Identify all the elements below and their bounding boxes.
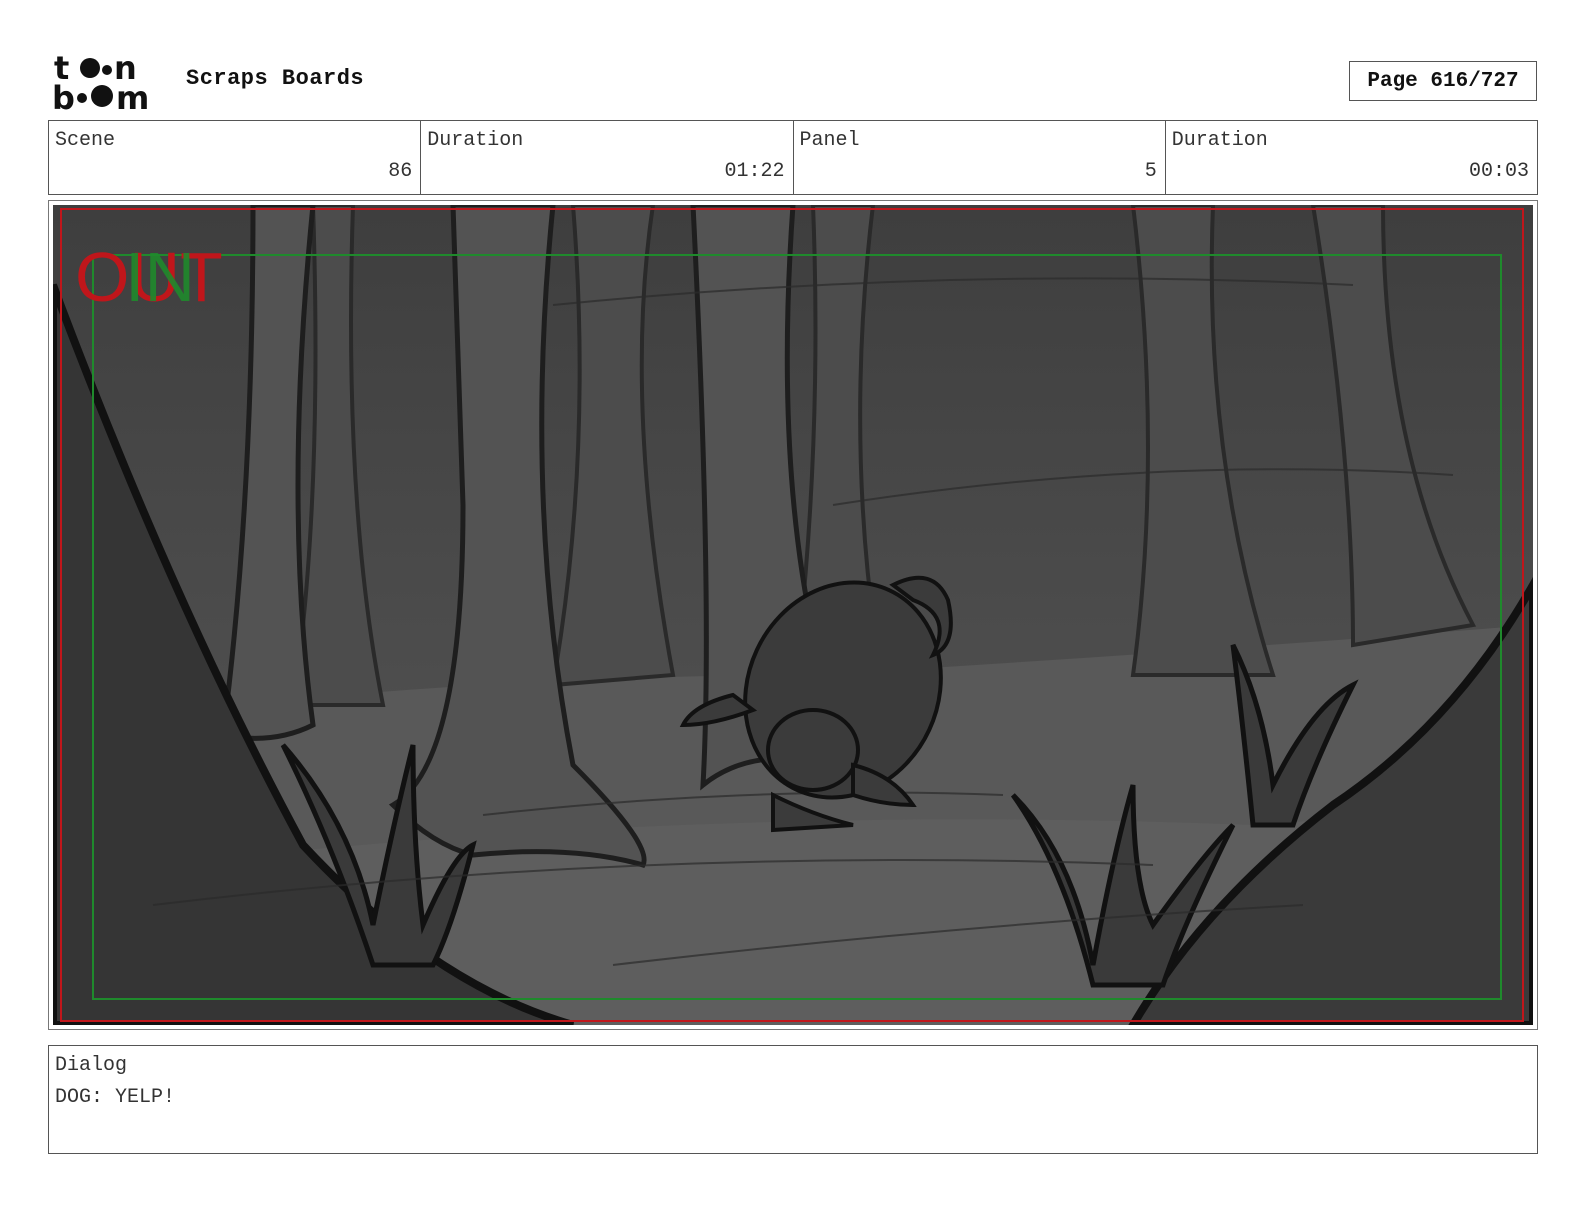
page-indicator: Page 616/727 xyxy=(1349,61,1537,101)
toonboom-logo-mark: t n b m xyxy=(52,50,149,112)
panel-duration-label: Duration xyxy=(1171,129,1268,152)
panel-cell: Panel 5 xyxy=(794,121,1166,194)
panel-sketch-image: OUT IN xyxy=(53,205,1533,1025)
scene-label: Scene xyxy=(55,129,116,152)
project-title: Scraps Boards xyxy=(186,66,365,91)
overlay-in-label: IN xyxy=(125,238,195,316)
dialog-box: Dialog DOG: YELP! xyxy=(48,1045,1538,1154)
toonboom-logo: t n b m xyxy=(50,50,166,112)
svg-text:b: b xyxy=(52,79,75,112)
panel-info-table: Scene 86 Duration 01:22 Panel 5 Duration… xyxy=(48,120,1538,195)
storyboard-panel: OUT IN xyxy=(48,200,1538,1030)
scene-duration-value: 01:22 xyxy=(724,160,785,183)
scene-cell: Scene 86 xyxy=(49,121,422,194)
dialog-text: DOG: YELP! xyxy=(55,1086,176,1109)
panel-duration-value: 00:03 xyxy=(1468,160,1529,183)
svg-text:m: m xyxy=(116,79,149,112)
scene-duration-cell: Duration 01:22 xyxy=(421,121,794,194)
panel-duration-cell: Duration 00:03 xyxy=(1166,121,1537,194)
scene-value: 86 xyxy=(388,160,413,183)
scene-duration-label: Duration xyxy=(427,129,524,152)
dialog-label: Dialog xyxy=(55,1054,128,1077)
panel-value: 5 xyxy=(1144,160,1157,183)
panel-label: Panel xyxy=(799,129,860,152)
